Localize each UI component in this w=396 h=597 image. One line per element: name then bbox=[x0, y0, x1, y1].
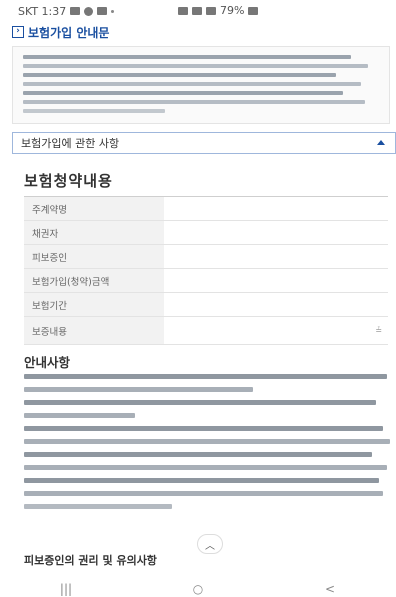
signal-icon bbox=[206, 6, 216, 15]
notice-text-line bbox=[24, 400, 376, 405]
back-icon[interactable]: < bbox=[310, 582, 350, 596]
notice-text-line bbox=[24, 478, 380, 483]
section-toggle-label: 보험가입에 관한 사항 bbox=[21, 137, 120, 150]
row-value bbox=[164, 245, 388, 268]
notice-text-line bbox=[24, 413, 135, 418]
notice-text-line bbox=[24, 465, 387, 470]
row-label: 보증내용 bbox=[24, 317, 164, 344]
page-header: › 보험가입 안내문 bbox=[12, 24, 109, 40]
battery-level: 79% bbox=[220, 4, 245, 17]
row-value: ≟ bbox=[164, 317, 388, 344]
row-label: 보험가입(청약)금액 bbox=[24, 269, 164, 292]
row-label: 피보증인 bbox=[24, 245, 164, 268]
intro-text-line bbox=[23, 91, 344, 95]
notice-heading: 안내사항 bbox=[24, 355, 71, 370]
expand-mark-icon: ≟ bbox=[375, 326, 382, 335]
intro-text-block bbox=[12, 46, 390, 124]
contract-info-table: 주계약명 채권자 피보증인 보험가입(청약)금액 보험기간 보증내용 ≟ bbox=[24, 196, 388, 345]
system-nav-bar: ||| ○ < bbox=[0, 580, 396, 597]
insurance-section-toggle[interactable]: 보험가입에 관한 사항 bbox=[12, 132, 396, 154]
contract-heading: 보험청약내용 bbox=[24, 172, 113, 190]
table-row: 보험가입(청약)금액 bbox=[24, 269, 388, 293]
table-row: 주계약명 bbox=[24, 197, 388, 221]
rights-heading: 피보증인의 권리 및 유의사항 bbox=[24, 554, 157, 567]
more-notifications-icon bbox=[111, 9, 115, 13]
notice-text-line bbox=[24, 374, 387, 379]
scroll-to-top-button[interactable]: ︿ bbox=[197, 534, 223, 554]
chevron-up-icon: ︿ bbox=[205, 540, 215, 552]
intro-text-line bbox=[23, 64, 369, 68]
chevron-up-icon[interactable] bbox=[377, 140, 385, 145]
intro-text-line bbox=[23, 109, 166, 113]
notice-text-line bbox=[24, 452, 372, 457]
recent-apps-icon[interactable]: ||| bbox=[46, 582, 86, 596]
status-bar: SKT 1:37 79% bbox=[0, 0, 396, 22]
notice-text-line bbox=[24, 387, 254, 392]
status-left: SKT 1:37 bbox=[18, 4, 115, 18]
battery-icon bbox=[248, 6, 259, 15]
nfc-icon bbox=[178, 6, 188, 15]
message-icon bbox=[70, 7, 81, 15]
app-icon bbox=[97, 7, 108, 15]
notice-text-line bbox=[24, 491, 383, 496]
row-value bbox=[164, 221, 388, 244]
row-label: 주계약명 bbox=[24, 197, 164, 220]
mute-icon bbox=[192, 6, 202, 15]
notice-text-block bbox=[24, 374, 394, 534]
row-value bbox=[164, 293, 388, 316]
home-icon[interactable]: ○ bbox=[178, 582, 218, 596]
intro-text-line bbox=[23, 82, 362, 86]
notice-text-line bbox=[24, 426, 383, 431]
row-label: 채권자 bbox=[24, 221, 164, 244]
status-right: 79% bbox=[178, 4, 259, 17]
intro-text-line bbox=[23, 55, 351, 59]
carrier-time: SKT 1:37 bbox=[18, 4, 67, 18]
row-label: 보험기간 bbox=[24, 293, 164, 316]
table-row: 채권자 bbox=[24, 221, 388, 245]
row-value bbox=[164, 197, 388, 220]
chevron-right-icon: › bbox=[12, 26, 24, 38]
table-row: 보증내용 ≟ bbox=[24, 317, 388, 345]
page-title: 보험가입 안내문 bbox=[28, 25, 110, 40]
intro-text-line bbox=[23, 73, 337, 77]
table-row: 보험기간 bbox=[24, 293, 388, 317]
notice-text-line bbox=[24, 504, 172, 509]
row-value bbox=[164, 269, 388, 292]
intro-text-line bbox=[23, 100, 365, 104]
notice-text-line bbox=[24, 439, 391, 444]
notification-icon bbox=[84, 6, 94, 16]
table-row: 피보증인 bbox=[24, 245, 388, 269]
